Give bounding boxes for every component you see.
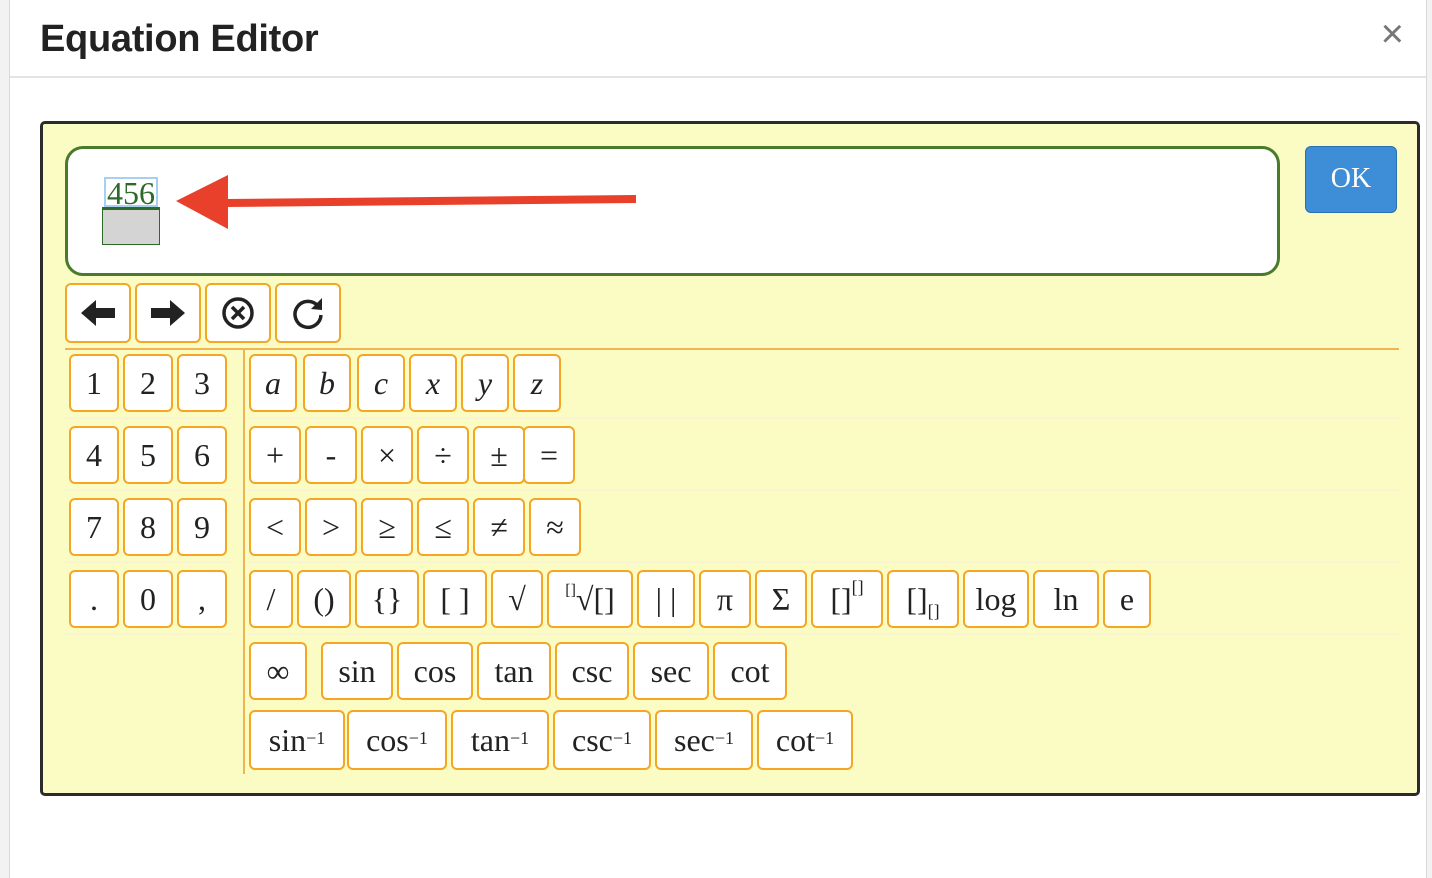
key-z[interactable]: z [513, 354, 561, 412]
key-arctan[interactable]: tan −1 [451, 710, 549, 770]
fraction-template: 456 [102, 177, 160, 245]
key-absolute-value[interactable]: | | [637, 570, 695, 628]
row-divider [247, 561, 1399, 563]
row-divider [65, 633, 233, 635]
key-digit-9[interactable]: 9 [177, 498, 227, 556]
key-pi[interactable]: π [699, 570, 751, 628]
key-digit-4[interactable]: 4 [69, 426, 119, 484]
equation-editor-panel: 456 OK 123456789.0, a b c x y z + - × ÷ … [40, 121, 1420, 796]
move-right-button[interactable] [135, 283, 201, 343]
key-minus[interactable]: - [305, 426, 357, 484]
key-b[interactable]: b [303, 354, 351, 412]
key-x[interactable]: x [409, 354, 457, 412]
key-not-equal[interactable]: ≠ [473, 498, 525, 556]
key-subscript[interactable]: [][] [887, 570, 959, 628]
key-superscript[interactable]: [][] [811, 570, 883, 628]
key-equals[interactable]: = [523, 426, 575, 484]
close-icon[interactable]: × [1381, 14, 1404, 54]
key-arccos[interactable]: cos −1 [347, 710, 447, 770]
key-digit-7[interactable]: 7 [69, 498, 119, 556]
key-y[interactable]: y [461, 354, 509, 412]
key-nth-root[interactable]: [] √[] [547, 570, 633, 628]
ok-button[interactable]: OK [1305, 146, 1397, 213]
key-digit-5[interactable]: 5 [123, 426, 173, 484]
key-c[interactable]: c [357, 354, 405, 412]
key-arccot[interactable]: cot −1 [757, 710, 853, 770]
key-times[interactable]: × [361, 426, 413, 484]
key-cot[interactable]: cot [713, 642, 787, 700]
clear-button[interactable] [205, 283, 271, 343]
key-tan[interactable]: tan [477, 642, 551, 700]
key-digit-2[interactable]: 2 [123, 354, 173, 412]
right-window-edge [1426, 0, 1432, 878]
key-digit-3[interactable]: 3 [177, 354, 227, 412]
key-log[interactable]: log [963, 570, 1029, 628]
key-decimal-point[interactable]: . [69, 570, 119, 628]
left-window-edge [0, 0, 10, 878]
key-greater-equal[interactable]: ≥ [361, 498, 413, 556]
key-cos[interactable]: cos [397, 642, 473, 700]
key-less-equal[interactable]: ≤ [417, 498, 469, 556]
key-sin[interactable]: sin [321, 642, 393, 700]
move-left-button[interactable] [65, 283, 131, 343]
key-digit-0[interactable]: 0 [123, 570, 173, 628]
row-divider [247, 489, 1399, 491]
key-digit-1[interactable]: 1 [69, 354, 119, 412]
key-sec[interactable]: sec [633, 642, 709, 700]
key-square-root[interactable]: √ [491, 570, 543, 628]
fraction-numerator[interactable]: 456 [104, 177, 158, 209]
key-digit-6[interactable]: 6 [177, 426, 227, 484]
key-ln[interactable]: ln [1033, 570, 1099, 628]
equation-input-area[interactable]: 456 [65, 146, 1280, 276]
fraction-denominator-placeholder[interactable] [102, 209, 160, 245]
key-brackets[interactable]: [ ] [423, 570, 487, 628]
circle-x-icon [222, 297, 254, 329]
row-divider [247, 417, 1399, 419]
key-braces[interactable]: {} [355, 570, 419, 628]
left-arrow-icon [81, 300, 115, 326]
key-less-than[interactable]: < [249, 498, 301, 556]
row-divider [247, 633, 1399, 635]
key-sigma[interactable]: Σ [755, 570, 807, 628]
dialog-title: Equation Editor [40, 18, 319, 60]
keyboard-top-separator [65, 348, 1399, 350]
red-arrow-annotation-icon [176, 175, 637, 229]
refresh-button[interactable] [275, 283, 341, 343]
key-plus-minus[interactable]: ± [473, 426, 525, 484]
row-divider [65, 417, 233, 419]
key-plus[interactable]: + [249, 426, 301, 484]
dialog-header: Equation Editor × [10, 0, 1426, 78]
row-divider [65, 561, 233, 563]
refresh-icon [293, 298, 323, 330]
key-slash[interactable]: / [249, 570, 293, 628]
key-csc[interactable]: csc [555, 642, 629, 700]
key-divide[interactable]: ÷ [417, 426, 469, 484]
key-approx[interactable]: ≈ [529, 498, 581, 556]
key-e[interactable]: e [1103, 570, 1151, 628]
key-a[interactable]: a [249, 354, 297, 412]
key-greater-than[interactable]: > [305, 498, 357, 556]
key-arccsc[interactable]: csc −1 [553, 710, 651, 770]
right-arrow-icon [151, 300, 185, 326]
key-comma[interactable]: , [177, 570, 227, 628]
keyboard-column-separator [243, 350, 245, 774]
key-parentheses[interactable]: () [297, 570, 351, 628]
key-digit-8[interactable]: 8 [123, 498, 173, 556]
row-divider [65, 489, 233, 491]
key-infinity[interactable]: ∞ [249, 642, 307, 700]
key-arcsec[interactable]: sec −1 [655, 710, 753, 770]
key-arcsin[interactable]: sin −1 [249, 710, 345, 770]
